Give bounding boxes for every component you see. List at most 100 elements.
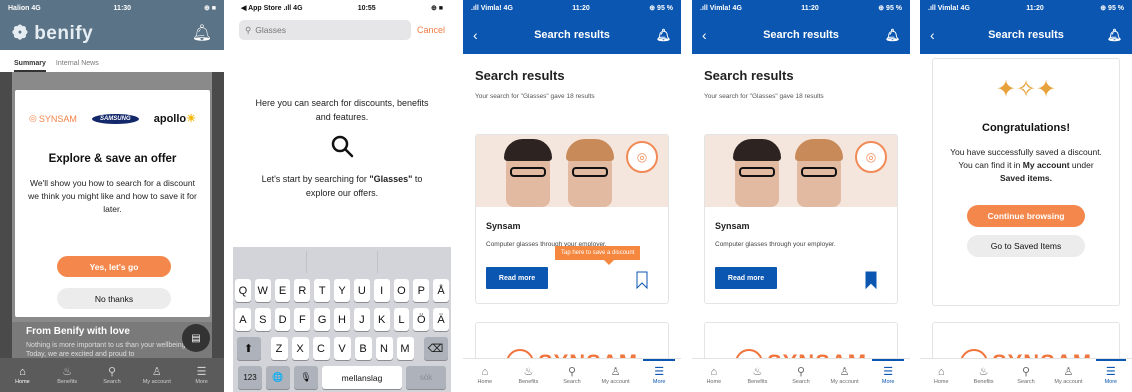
microphone-icon[interactable]: 🎙 [294,366,318,389]
space-key[interactable]: mellanslag [322,366,402,389]
search-intro: Here you can search for discounts, benef… [255,98,429,122]
user-icon: ♙ [151,365,162,378]
bookmark-icon[interactable] [636,271,648,289]
search-key[interactable]: sök [406,366,446,389]
bell-icon[interactable]: 🔔︎ [885,28,900,42]
bell-icon[interactable]: 🔔︎ [192,23,212,43]
home-icon: ⌂ [937,366,945,378]
key-h[interactable]: H [334,308,350,331]
key-y[interactable]: Y [334,279,350,302]
key-t[interactable]: T [314,279,331,302]
key-å[interactable]: Å [433,279,449,302]
search-input[interactable]: ⚲ Glasses [239,20,411,40]
tab-home[interactable]: ⌂ Home [0,358,45,392]
key-b[interactable]: B [354,337,372,360]
key-z[interactable]: Z [270,337,288,360]
continue-browsing-button[interactable]: Continue browsing [967,205,1085,227]
tab-search[interactable]: ⚲ Search [550,359,594,392]
bell-icon[interactable]: 🔔︎ [656,28,671,42]
congratulations-card: ✦✧✦ Congratulations! You have successful… [932,58,1120,306]
key-s[interactable]: S [254,308,271,331]
read-more-button[interactable]: Read more [715,267,777,289]
tab-my-account[interactable]: ♙ My account [1047,359,1089,392]
tab-my-account[interactable]: ♙ My account [823,359,867,392]
key-x[interactable]: X [291,337,309,360]
no-thanks-button[interactable]: No thanks [57,288,171,309]
chevron-left-icon[interactable]: ‹ [473,27,478,43]
key-c[interactable]: C [312,337,330,360]
key-r[interactable]: R [294,279,311,302]
key-f[interactable]: F [294,308,311,331]
tab-benefits[interactable]: ♨ Benefits [507,359,551,392]
offer-image: ◎ [705,135,897,207]
chat-icon[interactable]: ▤ [182,324,210,352]
tab-benefits[interactable]: ♨ Benefits [45,358,90,392]
tab-summary[interactable]: Summary [14,60,46,72]
bell-icon[interactable]: 🔔︎ [1107,28,1122,42]
keyboard-suggestions [235,251,449,273]
chevron-left-icon[interactable]: ‹ [702,27,707,43]
key-l[interactable]: L [393,308,410,331]
offer-card[interactable]: ◎ Synsam Computer glasses through your e… [475,134,669,304]
key-ö[interactable]: Ö [413,308,430,331]
search-icon: ⚲ [107,365,117,378]
key-j[interactable]: J [353,308,370,331]
onboarding-modal: ◎ SYNSAM SAMSUNG apollo☀ Explore & save … [15,90,210,317]
key-d[interactable]: D [274,308,291,331]
tab-more[interactable]: ☰ More [179,358,224,392]
key-m[interactable]: M [396,337,414,360]
go-to-saved-items-button[interactable]: Go to Saved Items [967,235,1085,257]
app-header: ❁ benify 🔔︎ [0,16,224,50]
save-discount-tooltip: Tap here to save a discount [555,246,641,265]
cancel-button[interactable]: Cancel [417,25,445,35]
globe-icon[interactable]: 🌐 [266,366,290,389]
menu-icon: ☰ [196,365,207,378]
backspace-key[interactable]: ⌫ [423,337,448,360]
tab-more[interactable]: ☰ More [1090,359,1132,392]
tab-search[interactable]: ⚲ Search [779,359,823,392]
tab-my-account[interactable]: ♙ My account [594,359,638,392]
key-p[interactable]: P [413,279,430,302]
key-w[interactable]: W [254,279,271,302]
brand-logos: ◎ SYNSAM SAMSUNG apollo☀ [15,90,210,125]
key-g[interactable]: G [314,308,331,331]
apollo-logo: apollo☀ [153,113,196,125]
keyboard-row-2: ASDFGHJKLÖÄ [235,308,449,331]
tab-home[interactable]: ⌂ Home [920,359,962,392]
key-a[interactable]: A [235,308,251,331]
tab-my-account[interactable]: ♙ My account [134,358,179,392]
tab-home[interactable]: ⌂ Home [463,359,507,392]
benefits-icon: ♨ [752,366,763,378]
offer-card[interactable]: ◎ Synsam Computer glasses through your e… [704,134,898,304]
bookmark-icon[interactable] [865,271,877,289]
key-k[interactable]: K [373,308,390,331]
results-title: Search results [704,68,794,83]
tab-internal-news[interactable]: Internal News [56,60,99,72]
tab-benefits[interactable]: ♨ Benefits [962,359,1004,392]
tab-more[interactable]: ☰ More [866,359,910,392]
key-i[interactable]: I [373,279,390,302]
shift-key[interactable]: ⬆ [236,337,261,360]
tab-home[interactable]: ⌂ Home [692,359,736,392]
key-o[interactable]: O [393,279,410,302]
chevron-left-icon[interactable]: ‹ [930,27,935,43]
key-v[interactable]: V [333,337,351,360]
time: 11:20 [572,4,590,12]
tab-benefits[interactable]: ♨ Benefits [736,359,780,392]
phone-search-results-tooltip: .ıll Vimla! 4G 11:20 ⊕ 95 % ‹ Search res… [463,0,681,392]
key-n[interactable]: N [375,337,393,360]
key-e[interactable]: E [274,279,291,302]
tab-search[interactable]: ⚲ Search [90,358,135,392]
key-q[interactable]: Q [235,279,251,302]
results-title: Search results [475,68,565,83]
key-ä[interactable]: Ä [433,308,449,331]
read-more-button[interactable]: Read more [486,267,548,289]
status-bar: .ıll Vimla! 4G 11:20 ⊕ 95 % [692,0,910,16]
synsam-badge-icon: ◎ [855,141,887,173]
yes-lets-go-button[interactable]: Yes, let's go [57,256,171,277]
key-u[interactable]: U [353,279,370,302]
tab-search[interactable]: ⚲ Search [1005,359,1047,392]
numbers-key[interactable]: 123 [238,366,262,389]
tab-more[interactable]: ☰ More [637,359,681,392]
search-icon: ⚲ [1021,366,1031,378]
